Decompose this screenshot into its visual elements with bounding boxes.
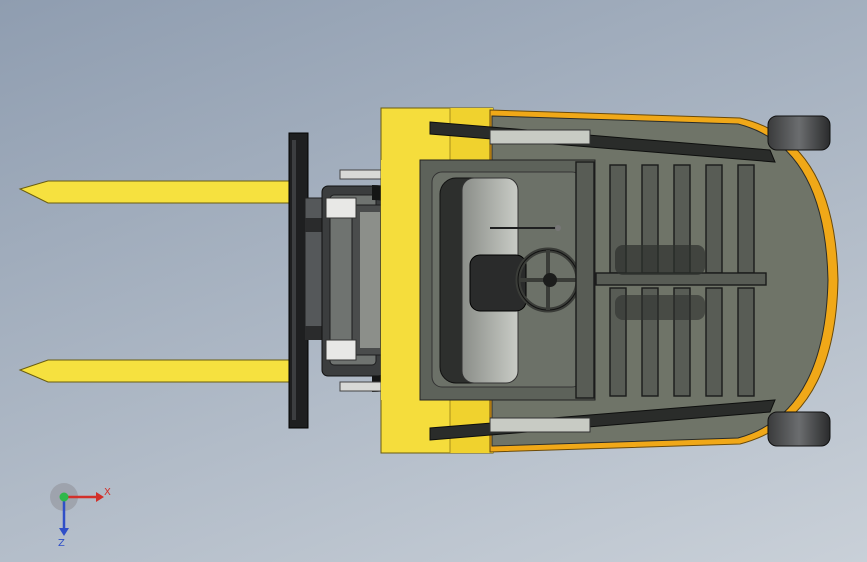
- cad-viewport[interactable]: X Z: [0, 0, 867, 562]
- z-axis-arrow: [59, 528, 69, 536]
- fork-lower: [18, 359, 293, 383]
- y-axis-dot: [59, 492, 69, 502]
- forklift-top-view: X Z: [18, 107, 839, 549]
- operator-seat: [439, 177, 527, 384]
- x-axis-arrow: [96, 492, 104, 502]
- coordinate-triad: X Z: [50, 483, 111, 549]
- x-axis-label: X: [104, 487, 111, 498]
- z-axis-label: Z: [58, 538, 65, 549]
- fork-upper: [18, 180, 293, 204]
- forks: [18, 180, 293, 383]
